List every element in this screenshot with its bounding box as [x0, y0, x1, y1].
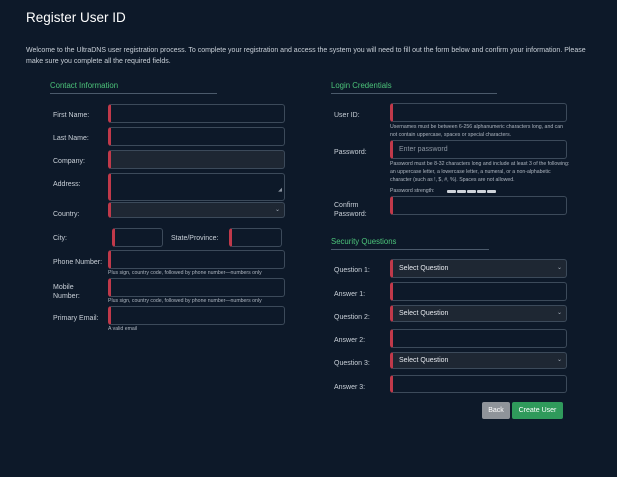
question3-label: Question 3:: [334, 360, 370, 367]
chevron-down-icon: ⌄: [556, 310, 562, 316]
email-hint: A valid email: [108, 326, 138, 332]
city-label: City:: [53, 235, 67, 242]
state-input[interactable]: [229, 228, 282, 247]
answer3-input[interactable]: [390, 375, 567, 393]
question3-value: Select Question: [399, 357, 449, 364]
last-name-input[interactable]: [108, 127, 285, 146]
userid-hint: Usernames must be between 6-256 alphanum…: [390, 124, 564, 138]
mobile-label: Mobile Number:: [53, 284, 80, 300]
resize-handle-icon[interactable]: ◢: [278, 182, 282, 199]
question1-value: Select Question: [399, 265, 449, 272]
city-input[interactable]: [112, 228, 163, 247]
first-name-label: First Name:: [53, 112, 90, 119]
mobile-input[interactable]: [108, 278, 285, 297]
answer2-input[interactable]: [390, 329, 567, 348]
userid-label: User ID:: [334, 112, 360, 119]
question1-select[interactable]: Select Question ⌄: [390, 259, 567, 278]
contact-section-heading: Contact Information: [50, 81, 217, 94]
answer3-label: Answer 3:: [334, 384, 366, 391]
back-button[interactable]: Back: [482, 402, 510, 419]
security-section-heading: Security Questions: [331, 237, 489, 250]
phone-hint: Plus sign, country code, followed by pho…: [108, 270, 262, 276]
country-select[interactable]: ⌄: [108, 202, 285, 218]
password-label: Password:: [334, 149, 367, 156]
question3-select[interactable]: Select Question ⌄: [390, 352, 567, 369]
last-name-label: Last Name:: [53, 135, 89, 142]
chevron-down-icon: ⌄: [274, 207, 280, 213]
phone-input[interactable]: [108, 250, 285, 269]
confirm-password-input[interactable]: [390, 196, 567, 215]
answer1-input[interactable]: [390, 282, 567, 301]
question1-label: Question 1:: [334, 267, 370, 274]
email-label: Primary Email:: [53, 315, 99, 322]
question2-value: Select Question: [399, 310, 449, 317]
chevron-down-icon: ⌄: [556, 265, 562, 271]
password-hint: Password must be 8-32 characters long an…: [390, 161, 570, 183]
intro-text: Welcome to the UltraDNS user registratio…: [26, 47, 586, 65]
country-label: Country:: [53, 211, 80, 218]
login-section-heading: Login Credentials: [331, 81, 497, 94]
answer2-label: Answer 2:: [334, 337, 366, 344]
confirm-password-label: Confirm Password:: [334, 202, 367, 218]
userid-input[interactable]: [390, 103, 567, 122]
first-name-input[interactable]: [108, 104, 285, 123]
email-input[interactable]: [108, 306, 285, 325]
state-label: State/Province:: [171, 235, 219, 242]
strength-segment: [447, 190, 456, 193]
create-user-button[interactable]: Create User: [512, 402, 563, 419]
company-input[interactable]: [108, 150, 285, 169]
strength-segment: [457, 190, 466, 193]
answer1-label: Answer 1:: [334, 291, 366, 298]
password-input[interactable]: Enter password: [390, 140, 567, 159]
strength-segment: [477, 190, 486, 193]
company-label: Company:: [53, 158, 85, 165]
strength-segment: [467, 190, 476, 193]
address-label: Address:: [53, 181, 81, 188]
chevron-down-icon: ⌄: [556, 357, 562, 363]
question2-select[interactable]: Select Question ⌄: [390, 305, 567, 322]
strength-segment: [487, 190, 496, 193]
page-title: Register User ID: [26, 10, 126, 25]
mobile-hint: Plus sign, country code, followed by pho…: [108, 298, 262, 304]
address-textarea[interactable]: ◢: [108, 173, 285, 201]
password-strength-label: Password strength:: [390, 188, 435, 194]
phone-label: Phone Number:: [53, 259, 103, 266]
question2-label: Question 2:: [334, 314, 370, 321]
password-placeholder: Enter password: [399, 146, 448, 153]
